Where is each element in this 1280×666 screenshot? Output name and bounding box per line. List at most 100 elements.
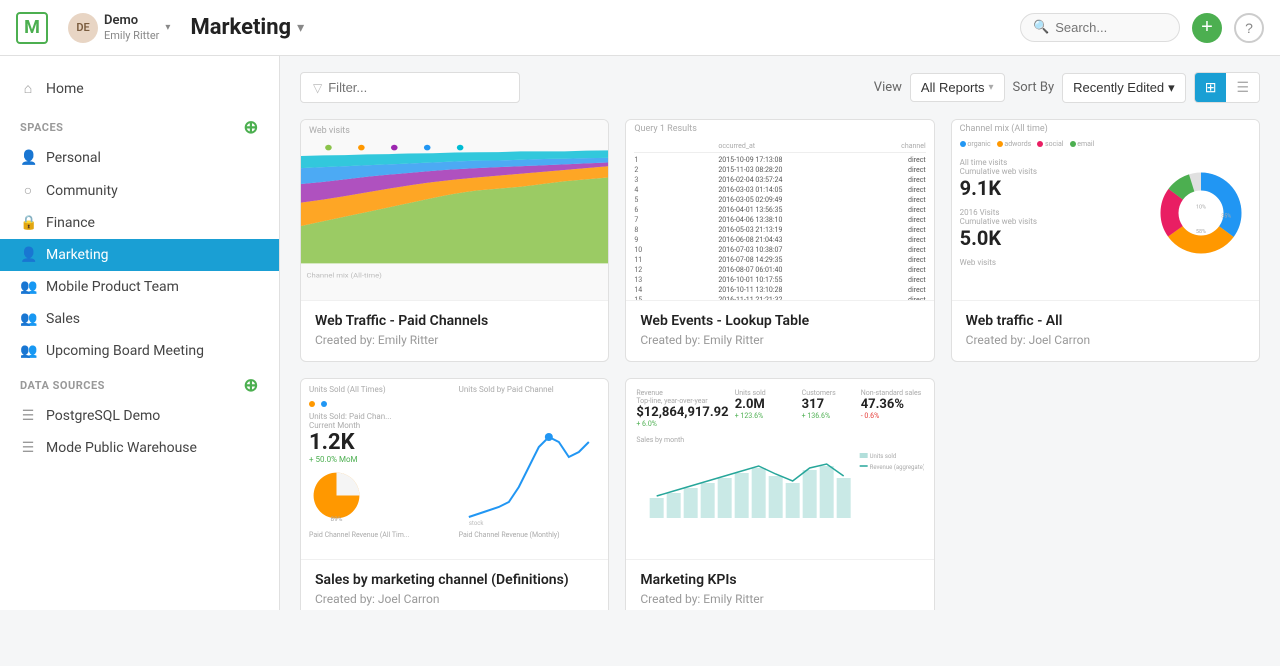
report-card-web-traffic-all[interactable]: Channel mix (All time) organic adwords s…	[951, 119, 1260, 362]
sidebar-item-sales[interactable]: 👥 Sales	[0, 303, 279, 335]
report-info-2: Web Events - Lookup Table Created by: Em…	[626, 300, 933, 361]
grid-view-button[interactable]: ⊞	[1195, 73, 1227, 102]
report-creator-4: Created by: Joel Carron	[315, 592, 594, 606]
sidebar-item-marketing[interactable]: 👤 Marketing	[0, 239, 279, 271]
sort-arrow-icon: ▾	[1168, 80, 1175, 96]
sidebar-personal-label: Personal	[46, 150, 101, 166]
lock-icon: 🔒	[20, 215, 36, 231]
sidebar-home-label: Home	[46, 81, 84, 97]
report-thumbnail-4: Units Sold (All Times) Units Sold by Pai…	[301, 379, 608, 559]
sidebar-item-finance[interactable]: 🔒 Finance	[0, 207, 279, 239]
svg-text:10%: 10%	[1196, 204, 1206, 210]
view-toggle: ⊞ ☰	[1194, 72, 1260, 103]
sidebar-item-personal[interactable]: 👤 Personal	[0, 142, 279, 174]
report-thumbnail-2: Query 1 Results occurred_at channel 1201…	[626, 120, 933, 300]
report-info-3: Web traffic - All Created by: Joel Carro…	[952, 300, 1259, 361]
sidebar-postgresql-label: PostgreSQL Demo	[46, 408, 160, 424]
title-dropdown-icon[interactable]: ▾	[297, 20, 304, 36]
report-thumbnail-5: Revenue Top-line, year-over-year $12,864…	[626, 379, 933, 559]
report-creator-1: Created by: Emily Ritter	[315, 333, 594, 347]
sidebar-item-mode-warehouse[interactable]: ☰ Mode Public Warehouse	[0, 432, 279, 464]
toolbar-right: View All Reports ▾ Sort By Recently Edit…	[874, 72, 1260, 103]
main-content: ▽ View All Reports ▾ Sort By Recently Ed…	[280, 56, 1280, 610]
report-card-sales-marketing[interactable]: Units Sold (All Times) Units Sold by Pai…	[300, 378, 609, 610]
report-thumbnail-3: Channel mix (All time) organic adwords s…	[952, 120, 1259, 300]
user-name: Demo	[104, 13, 159, 29]
sidebar-item-mobile-product-team[interactable]: 👥 Mobile Product Team	[0, 271, 279, 303]
filter-input[interactable]	[328, 80, 507, 95]
app-logo: M	[16, 12, 48, 44]
view-dropdown[interactable]: All Reports ▾	[910, 73, 1005, 102]
svg-text:Revenue (aggregate): Revenue (aggregate)	[870, 464, 924, 471]
report-creator-2: Created by: Emily Ritter	[640, 333, 919, 347]
spaces-section-header: SPACES ⊕	[0, 109, 279, 142]
report-info-1: Web Traffic - Paid Channels Created by: …	[301, 300, 608, 361]
report-creator-5: Created by: Emily Ritter	[640, 592, 919, 606]
sidebar-sales-label: Sales	[46, 311, 80, 327]
avatar: DE	[68, 13, 98, 43]
page-title-area: Marketing ▾	[190, 15, 1008, 40]
sidebar-item-community[interactable]: ○ Community	[0, 174, 279, 207]
page-title: Marketing	[190, 15, 291, 40]
help-button[interactable]: ?	[1234, 13, 1264, 43]
sales-icon: 👥	[20, 311, 36, 327]
svg-text:35%: 35%	[1221, 213, 1231, 219]
main-layout: ⌂ Home SPACES ⊕ 👤 Personal ○ Community 🔒…	[0, 56, 1280, 610]
sidebar: ⌂ Home SPACES ⊕ 👤 Personal ○ Community 🔒…	[0, 56, 280, 610]
sidebar-mobile-label: Mobile Product Team	[46, 279, 179, 295]
create-button[interactable]: +	[1192, 13, 1222, 43]
add-space-button[interactable]: ⊕	[243, 117, 259, 138]
sidebar-marketing-label: Marketing	[46, 247, 109, 263]
report-title-1: Web Traffic - Paid Channels	[315, 313, 594, 329]
reports-grid: Web visits	[300, 119, 1260, 610]
board-icon: 👥	[20, 343, 36, 359]
report-title-2: Web Events - Lookup Table	[640, 313, 919, 329]
data-sources-label: DATA SOURCES	[20, 379, 105, 392]
marketing-icon: 👤	[20, 247, 36, 263]
globe-icon: ○	[20, 182, 36, 199]
report-title-4: Sales by marketing channel (Definitions)	[315, 572, 594, 588]
add-datasource-button[interactable]: ⊕	[243, 375, 259, 396]
report-card-web-traffic-paid[interactable]: Web visits	[300, 119, 609, 362]
view-arrow-icon: ▾	[988, 82, 993, 93]
search-box[interactable]: 🔍	[1020, 13, 1180, 42]
report-creator-3: Created by: Joel Carron	[966, 333, 1245, 347]
sidebar-warehouse-label: Mode Public Warehouse	[46, 440, 197, 456]
report-title-5: Marketing KPIs	[640, 572, 919, 588]
filter-box[interactable]: ▽	[300, 72, 520, 103]
db-icon: ☰	[20, 408, 36, 424]
search-icon: 🔍	[1033, 20, 1049, 35]
user-info: Demo Emily Ritter	[104, 13, 159, 42]
sidebar-item-home[interactable]: ⌂ Home	[0, 72, 279, 105]
home-icon: ⌂	[20, 80, 36, 97]
report-title-3: Web traffic - All	[966, 313, 1245, 329]
user-email: Emily Ritter	[104, 29, 159, 42]
report-card-marketing-kpis[interactable]: Revenue Top-line, year-over-year $12,864…	[625, 378, 934, 610]
data-sources-section-header: DATA SOURCES ⊕	[0, 367, 279, 400]
svg-text:Channel mix (All-time): Channel mix (All-time)	[306, 271, 381, 279]
sidebar-board-label: Upcoming Board Meeting	[46, 343, 204, 359]
svg-text:Units sold: Units sold	[870, 453, 897, 460]
report-card-web-events[interactable]: Query 1 Results occurred_at channel 1201…	[625, 119, 934, 362]
report-info-4: Sales by marketing channel (Definitions)…	[301, 559, 608, 610]
user-menu[interactable]: DE Demo Emily Ritter ▾	[60, 9, 178, 47]
sort-dropdown[interactable]: Recently Edited ▾	[1062, 73, 1186, 103]
chevron-down-icon: ▾	[165, 22, 170, 33]
team-icon: 👥	[20, 279, 36, 295]
report-thumbnail-1: Web visits	[301, 120, 608, 300]
sidebar-community-label: Community	[46, 183, 118, 199]
list-view-button[interactable]: ☰	[1226, 73, 1259, 102]
sidebar-item-postgresql[interactable]: ☰ PostgreSQL Demo	[0, 400, 279, 432]
search-input[interactable]	[1055, 20, 1167, 35]
svg-text:58%: 58%	[1196, 228, 1206, 234]
warehouse-icon: ☰	[20, 440, 36, 456]
svg-text:89%: 89%	[331, 515, 343, 523]
spaces-label: SPACES	[20, 121, 63, 134]
toolbar: ▽ View All Reports ▾ Sort By Recently Ed…	[300, 72, 1260, 103]
sidebar-finance-label: Finance	[46, 215, 95, 231]
sidebar-item-upcoming-board-meeting[interactable]: 👥 Upcoming Board Meeting	[0, 335, 279, 367]
filter-icon: ▽	[313, 81, 322, 95]
view-label: View	[874, 80, 902, 95]
sort-value: Recently Edited	[1073, 80, 1164, 95]
view-value: All Reports	[921, 80, 985, 95]
